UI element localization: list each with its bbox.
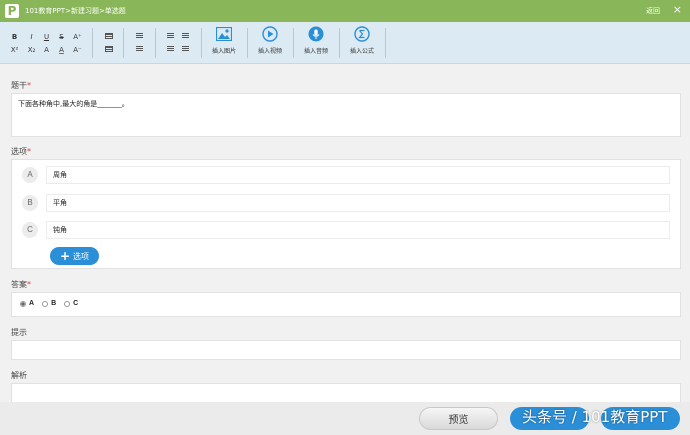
insert-image-label: 插入图片 xyxy=(211,48,236,55)
answer-radio-b[interactable]: B xyxy=(42,300,56,307)
option-a-input[interactable]: 周角 xyxy=(46,166,670,184)
answer-label: 答案* xyxy=(11,279,31,290)
toolbar-divider xyxy=(385,28,386,58)
back-button[interactable]: 返回 xyxy=(646,6,660,16)
answer-choice-b-label: B xyxy=(51,300,57,307)
sigma-icon xyxy=(354,26,370,42)
required-mark: * xyxy=(27,280,31,289)
toolbar-divider xyxy=(247,28,248,58)
insert-video-button[interactable]: 插入视频 xyxy=(250,26,290,55)
font-size-increase-button[interactable]: A⁺ xyxy=(73,33,82,41)
italic-button[interactable]: I xyxy=(27,33,36,41)
add-option-label: 选项 xyxy=(73,251,90,261)
indent-icon[interactable] xyxy=(167,33,174,39)
answer-radio-a[interactable]: A xyxy=(20,300,34,307)
toolbar-divider xyxy=(201,28,202,58)
plus-icon: + xyxy=(59,249,71,263)
image-icon xyxy=(216,26,232,42)
options-panel: A 周角 B 平角 C 钝角 + 选项 xyxy=(11,159,681,269)
radio-icon xyxy=(42,300,49,307)
stem-label-text: 题干 xyxy=(11,81,27,90)
app-logo: P xyxy=(5,4,19,18)
microphone-icon xyxy=(308,26,324,42)
option-c-input[interactable]: 钝角 xyxy=(46,221,670,239)
editor-toolbar: B I U S A⁺ X² X₂ A A A⁻ 插入图片 插入视频 插入音频 插… xyxy=(0,22,690,64)
font-size-decrease-button[interactable]: A⁻ xyxy=(73,46,82,54)
insert-image-button[interactable]: 插入图片 xyxy=(204,26,244,55)
answer-radio-c[interactable]: C xyxy=(64,300,78,307)
stem-editor[interactable]: 下面各种角中,最大的角是_______。 xyxy=(11,93,681,137)
justify-icon[interactable] xyxy=(182,46,189,52)
hint-editor[interactable] xyxy=(11,340,681,360)
font-color-button[interactable]: A xyxy=(42,46,51,54)
insert-formula-label: 插入公式 xyxy=(349,48,374,55)
option-letter-a: A xyxy=(22,167,38,183)
answer-choice-a-label: A xyxy=(29,300,35,307)
hint-label: 提示 xyxy=(11,328,27,337)
list-icon[interactable] xyxy=(105,46,113,52)
bold-button[interactable]: B xyxy=(10,33,19,41)
stem-text: 下面各种角中,最大的角是_______。 xyxy=(18,100,129,108)
stem-label: 题干* xyxy=(11,80,31,91)
play-icon xyxy=(262,26,278,42)
option-b-input[interactable]: 平角 xyxy=(46,194,670,212)
breadcrumb: 101教育PPT>新建习题>单选题 xyxy=(25,7,126,15)
options-label-text: 选项 xyxy=(11,147,27,156)
toolbar-divider xyxy=(123,28,124,58)
answer-panel: A B C xyxy=(11,292,681,317)
toolbar-divider xyxy=(293,28,294,58)
radio-selected-icon xyxy=(20,300,26,307)
preview-button[interactable]: 预览 xyxy=(419,407,498,430)
options-label: 选项* xyxy=(11,146,31,157)
required-mark: * xyxy=(27,81,31,90)
underline-button[interactable]: U xyxy=(42,33,51,41)
align-right-icon[interactable] xyxy=(167,46,174,52)
insert-audio-button[interactable]: 插入音频 xyxy=(296,26,336,55)
insert-video-label: 插入视频 xyxy=(257,48,282,55)
strikethrough-button[interactable]: S xyxy=(57,33,66,41)
outdent-icon[interactable] xyxy=(182,33,189,39)
option-letter-b: B xyxy=(22,195,38,211)
add-option-button[interactable]: + 选项 xyxy=(50,247,99,265)
close-button[interactable]: × xyxy=(673,3,682,16)
analysis-editor[interactable] xyxy=(11,383,681,402)
align-left-icon[interactable] xyxy=(136,33,143,39)
watermark: 头条号 / 101教育PPT xyxy=(522,408,668,426)
superscript-button[interactable]: X² xyxy=(10,46,19,54)
toolbar-divider xyxy=(92,28,93,58)
insert-formula-button[interactable]: 插入公式 xyxy=(342,26,382,55)
title-bar: P 101教育PPT>新建习题>单选题 返回 × xyxy=(0,0,690,22)
option-letter-c: C xyxy=(22,222,38,238)
insert-audio-label: 插入音频 xyxy=(303,48,328,55)
subscript-button[interactable]: X₂ xyxy=(27,46,36,54)
align-center-icon[interactable] xyxy=(136,46,143,52)
analysis-label: 解析 xyxy=(11,371,27,380)
toolbar-divider xyxy=(155,28,156,58)
highlight-button[interactable]: A xyxy=(57,46,66,54)
required-mark: * xyxy=(27,147,31,156)
table-icon[interactable] xyxy=(105,33,113,39)
toolbar-divider xyxy=(339,28,340,58)
answer-choice-c-label: C xyxy=(73,300,79,307)
answer-label-text: 答案 xyxy=(11,280,27,289)
radio-icon xyxy=(64,300,71,307)
